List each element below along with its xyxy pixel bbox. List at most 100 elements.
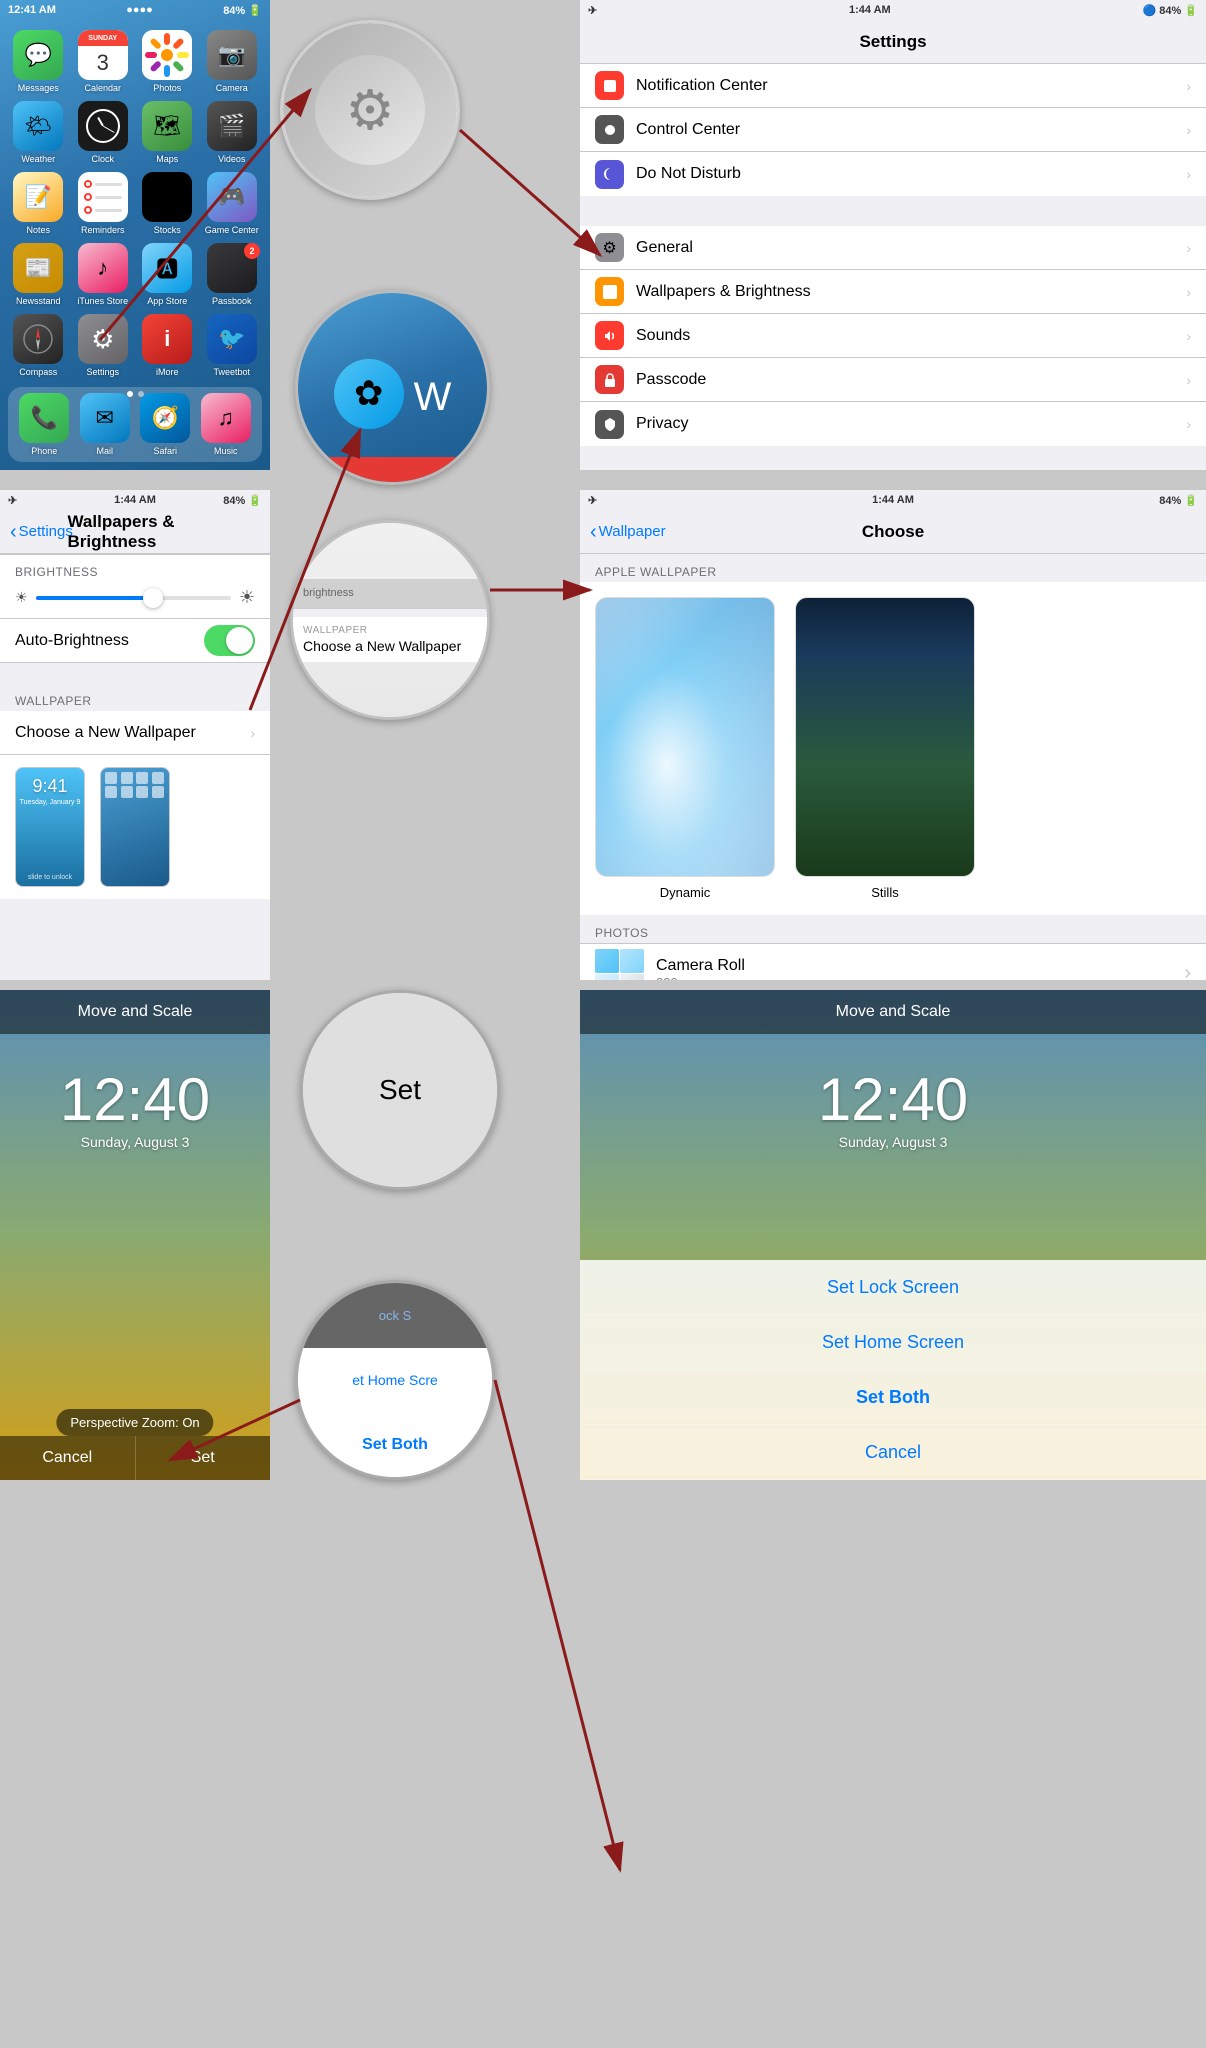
choose-wallpaper-row[interactable]: Choose a New Wallpaper › [0,711,270,755]
brightness-label: BRIGHTNESS [15,565,255,579]
dock-safari[interactable]: 🧭 Safari [140,393,190,456]
dock-music[interactable]: ♫ Music [201,393,251,456]
status-battery-settings: 🔵 84% 🔋 [1142,4,1198,17]
app-settings[interactable]: ⚙ Settings [75,314,132,377]
app-photos[interactable]: Photos [139,30,196,93]
choose-wallpaper-label: Choose a New Wallpaper [15,724,238,742]
set-both-button[interactable]: Set Both [580,1370,1206,1425]
control-chevron: › [1186,122,1191,138]
brightness-high-icon: ☀ [239,587,255,608]
sounds-chevron: › [1186,328,1191,344]
status-bar-choose: ✈ 1:44 AM 84% 🔋 [580,490,1206,510]
auto-brightness-toggle[interactable] [204,625,255,656]
set-lock-screen-button[interactable]: Set Lock Screen [580,1260,1206,1315]
set-date: Sunday, August 3 [580,1134,1206,1150]
set-home-screen-button[interactable]: Set Home Screen [580,1315,1206,1370]
camera-roll-info: Camera Roll 233 [656,957,1172,980]
wallpaper-settings-panel: ✈ 1:44 AM 84% 🔋 ‹ Settings Wallpapers & … [0,490,270,980]
privacy-chevron: › [1186,416,1191,432]
set-options-magnifier: ock S et Home Scre Set Both [295,1280,495,1480]
dock-mail[interactable]: ✉ Mail [80,393,130,456]
status-time-settings: 1:44 AM [849,4,891,16]
app-compass[interactable]: Compass [10,314,67,377]
settings-title: Settings [859,32,926,52]
settings-row-donotdisturb[interactable]: Do Not Disturb › [580,152,1206,196]
app-newsstand[interactable]: 📰 Newsstand [10,243,67,306]
camera-roll-row[interactable]: Camera Roll 233 › [580,943,1206,980]
choose-title: Choose [862,522,924,542]
app-videos[interactable]: 🎬 Videos [204,101,261,164]
settings-row-notification[interactable]: Notification Center › [580,64,1206,108]
app-messages[interactable]: 💬 Messages [10,30,67,93]
set-move-scale-label: Move and Scale [836,1003,951,1021]
app-camera[interactable]: 📷 Camera [204,30,261,93]
app-calendar[interactable]: SUNDAY 3 Calendar [75,30,132,93]
lockscreen-preview[interactable]: 9:41 Tuesday, January 9 slide to unlock [15,767,85,887]
settings-row-sounds[interactable]: Sounds › [580,314,1206,358]
app-passbook[interactable]: 2 Passbook [204,243,261,306]
settings-row-general[interactable]: ⚙ General › [580,226,1206,270]
notification-label: Notification Center [636,77,1174,95]
app-appstore[interactable]: 🅰 App Store [139,243,196,306]
mag-both: Set Both [298,1412,492,1477]
iphone-home-screen: 12:41 AM ●●●● 84% 🔋 💬 Messages SUNDAY 3 … [0,0,270,470]
stills-option[interactable]: Stills [795,597,975,900]
sounds-icon [595,321,624,350]
app-clock[interactable]: Clock [75,101,132,164]
flower-icon: ✿ [334,359,404,429]
settings-row-privacy[interactable]: Privacy › [580,402,1206,446]
wallpaper-title: Wallpapers & Brightness [68,512,203,552]
status-battery-w: 84% 🔋 [223,494,262,507]
status-bar-home: 12:41 AM ●●●● 84% 🔋 [0,0,270,20]
app-maps[interactable]: 🗺 Maps [139,101,196,164]
status-airplane-w: ✈ [8,494,17,507]
app-weather[interactable]: 🌤 Weather [10,101,67,164]
settings-row-passcode[interactable]: Passcode › [580,358,1206,402]
dock-phone[interactable]: 📞 Phone [19,393,69,456]
set-options-panel: Move and Scale 12:40 Sunday, August 3 Se… [580,990,1206,1480]
lockscreen-date: Sunday, August 3 [0,1134,270,1150]
homescreen-preview[interactable] [100,767,170,887]
wallpaper-mag-red-bar [298,457,487,482]
stills-label: Stills [871,885,898,900]
brightness-slider-row: ☀ ☀ [15,587,255,608]
photos-section-header: PHOTOS [580,915,1206,943]
lockscreen-time-display: 12:40 Sunday, August 3 [0,1040,270,1150]
app-tweetbot[interactable]: 🐦 Tweetbot [204,314,261,377]
set-options-mag-content: ock S et Home Scre Set Both [298,1283,492,1477]
app-notes[interactable]: 📝 Notes [10,172,67,235]
status-battery: 84% 🔋 [223,4,262,17]
perspective-zoom-label: Perspective Zoom: On [70,1415,199,1430]
choose-wallpaper-text: Choose a New Wallpaper [303,638,477,654]
app-reminders[interactable]: Reminders [75,172,132,235]
brightness-slider[interactable] [36,596,231,600]
set-options-cancel-button[interactable]: Cancel [580,1425,1206,1480]
passcode-icon [595,365,624,394]
apple-wallpaper-header: APPLE WALLPAPER [580,554,1206,582]
settings-row-control[interactable]: Control Center › [580,108,1206,152]
set-options-buttons: Set Lock Screen Set Home Screen Set Both… [580,1260,1206,1480]
donotdisturb-chevron: › [1186,166,1191,182]
app-stocks[interactable]: Stocks [139,172,196,235]
dynamic-option[interactable]: Dynamic [595,597,775,900]
app-itunes[interactable]: ♪ iTunes Store [75,243,132,306]
donotdisturb-icon [595,160,624,189]
mag-lock-top: ock S [298,1283,492,1348]
choose-wallpaper-magnifier: brightness WALLPAPER Choose a New Wallpa… [290,520,490,720]
camera-roll-chevron: › [1184,962,1191,980]
lockscreen-set-button[interactable]: Set [136,1436,271,1480]
back-to-wallpaper[interactable]: ‹ Wallpaper [590,522,666,542]
lockscreen-cancel-button[interactable]: Cancel [0,1436,136,1480]
settings-row-wallpaper[interactable]: Wallpapers & Brightness › [580,270,1206,314]
app-imore[interactable]: i iMore [139,314,196,377]
app-gamecenter[interactable]: 🎮 Game Center [204,172,261,235]
general-chevron: › [1186,240,1191,256]
perspective-zoom-bar: Perspective Zoom: On [56,1409,213,1436]
control-icon [595,115,624,144]
general-label: General [636,239,1174,257]
privacy-label: Privacy [636,415,1174,433]
control-label: Control Center [636,121,1174,139]
back-to-wallpaper-label: Wallpaper [599,523,666,540]
mag-home: et Home Scre [298,1348,492,1413]
back-to-settings[interactable]: ‹ Settings [10,522,73,542]
